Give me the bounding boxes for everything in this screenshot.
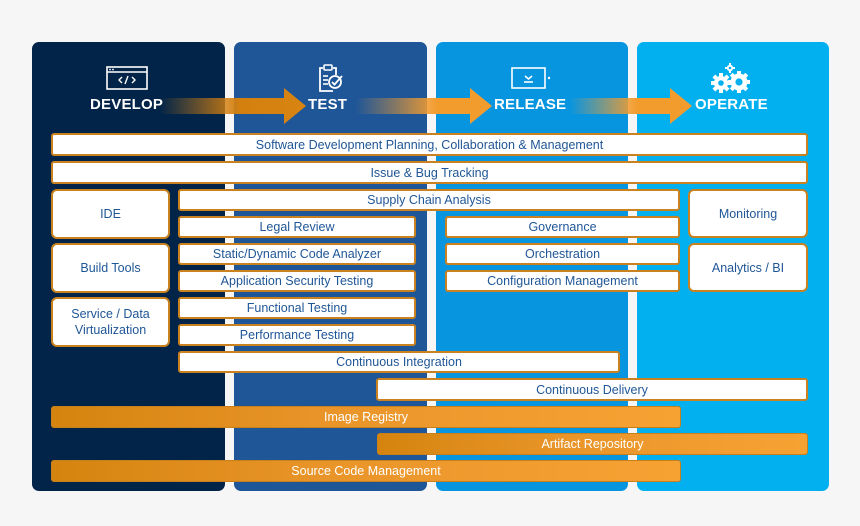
legal-review-box[interactable]: Legal Review bbox=[178, 216, 416, 238]
orchestration-box[interactable]: Orchestration bbox=[445, 243, 680, 265]
continuous-delivery-box[interactable]: Continuous Delivery bbox=[376, 378, 808, 401]
phase-label-operate: OPERATE bbox=[695, 96, 768, 113]
arrow-test-to-release bbox=[356, 88, 492, 124]
image-registry-bar[interactable]: Image Registry bbox=[51, 406, 681, 428]
performance-testing-box[interactable]: Performance Testing bbox=[178, 324, 416, 346]
analytics-bi-box[interactable]: Analytics / BI bbox=[688, 243, 808, 292]
build-tools-box[interactable]: Build Tools bbox=[51, 243, 170, 293]
continuous-integration-box[interactable]: Continuous Integration bbox=[178, 351, 620, 373]
arrow-develop-to-test bbox=[160, 88, 306, 124]
download-device-icon bbox=[508, 62, 552, 94]
application-security-testing-box[interactable]: Application Security Testing bbox=[178, 270, 416, 292]
ide-box[interactable]: IDE bbox=[51, 189, 170, 239]
phase-label-develop: DEVELOP bbox=[90, 96, 164, 113]
clipboard-check-icon bbox=[307, 62, 351, 94]
source-code-management-bar[interactable]: Source Code Management bbox=[51, 460, 681, 482]
functional-testing-box[interactable]: Functional Testing bbox=[178, 297, 416, 319]
code-analyzer-box[interactable]: Static/Dynamic Code Analyzer bbox=[178, 243, 416, 265]
service-data-virtualization-box[interactable]: Service / Data Virtualization bbox=[51, 297, 170, 347]
monitoring-box[interactable]: Monitoring bbox=[688, 189, 808, 238]
governance-box[interactable]: Governance bbox=[445, 216, 680, 238]
arrow-release-to-operate bbox=[570, 88, 692, 124]
phase-label-test: TEST bbox=[308, 96, 348, 113]
supply-chain-analysis-box[interactable]: Supply Chain Analysis bbox=[178, 189, 680, 211]
planning-collaboration-box[interactable]: Software Development Planning, Collabora… bbox=[51, 133, 808, 156]
issue-tracking-box[interactable]: Issue & Bug Tracking bbox=[51, 161, 808, 184]
gears-icon bbox=[710, 62, 754, 94]
code-window-icon bbox=[105, 62, 149, 94]
phase-label-release: RELEASE bbox=[494, 96, 567, 113]
artifact-repository-bar[interactable]: Artifact Repository bbox=[377, 433, 808, 455]
configuration-management-box[interactable]: Configuration Management bbox=[445, 270, 680, 292]
